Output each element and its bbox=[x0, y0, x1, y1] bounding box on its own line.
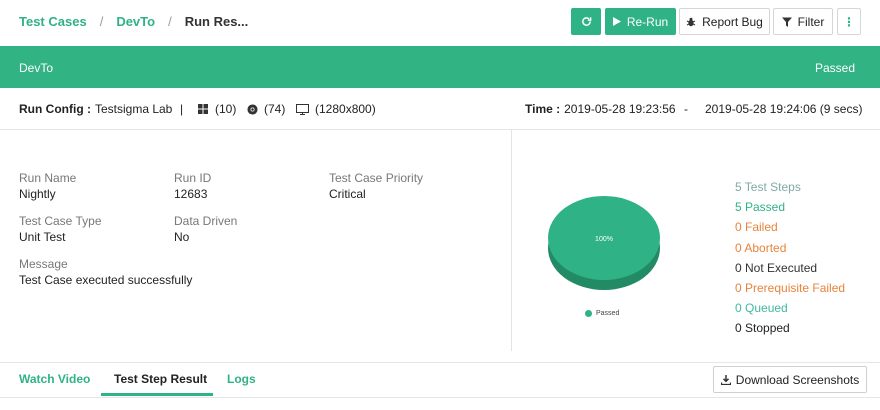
data-driven-field: Data Driven No bbox=[174, 214, 237, 244]
status-badge: Passed bbox=[814, 61, 855, 75]
stat-not-executed: 0 Not Executed bbox=[735, 260, 818, 275]
filter-label: Filter bbox=[797, 14, 825, 29]
report-bug-button[interactable]: Report Bug bbox=[679, 8, 770, 35]
active-tab-indicator bbox=[101, 393, 213, 396]
run-id-label: Run ID bbox=[174, 171, 212, 185]
play-icon bbox=[612, 17, 621, 26]
windows-icon bbox=[198, 104, 212, 114]
breadcrumb-separator: / bbox=[168, 14, 172, 29]
download-label: Download Screenshots bbox=[735, 372, 860, 387]
breadcrumb-separator: / bbox=[99, 14, 104, 29]
chart-legend: Passed bbox=[585, 310, 619, 317]
legend-label: Passed bbox=[596, 310, 620, 317]
run-name-value: Nightly bbox=[19, 187, 56, 201]
message-label: Message bbox=[19, 257, 68, 271]
run-id-field: Run ID 12683 bbox=[174, 171, 211, 201]
refresh-button[interactable] bbox=[571, 8, 601, 35]
time-label: Time : bbox=[525, 102, 561, 116]
run-name-label: Run Name bbox=[19, 171, 77, 185]
filter-icon bbox=[781, 17, 792, 27]
stat-queued: 0 Queued bbox=[735, 301, 788, 316]
message-field: Message Test Case executed successfully bbox=[19, 257, 192, 287]
priority-label: Test Case Priority bbox=[329, 171, 424, 185]
type-field: Test Case Type Unit Test bbox=[19, 214, 102, 244]
breadcrumb-current: Run Res... bbox=[184, 14, 249, 29]
step-stats: 5 Test Steps 5 Passed 0 Failed 0 Aborted… bbox=[735, 177, 845, 339]
report-bug-label: Report Bug bbox=[702, 14, 763, 29]
stat-total: 5 Test Steps bbox=[735, 180, 801, 194]
more-options-button[interactable]: ⋮ bbox=[837, 8, 861, 35]
breadcrumb: Test Cases / DevTo / Run Res... bbox=[19, 14, 248, 29]
priority-field: Test Case Priority Critical bbox=[329, 171, 423, 201]
os-version: (10) bbox=[215, 102, 237, 116]
top-bar: Test Cases / DevTo / Run Res... Re-Run R… bbox=[0, 0, 880, 46]
stat-passed: 5 Passed bbox=[735, 200, 786, 215]
monitor-icon bbox=[296, 103, 313, 115]
run-name-field: Run Name Nightly bbox=[19, 171, 76, 201]
run-config-value: Testsigma Lab bbox=[94, 102, 173, 116]
bug-icon bbox=[686, 17, 696, 27]
config-divider: | bbox=[180, 102, 184, 116]
bottom-divider bbox=[0, 397, 880, 398]
run-id-value: 12683 bbox=[174, 187, 208, 201]
filter-button[interactable]: Filter bbox=[773, 8, 833, 35]
download-screenshots-button[interactable]: Download Screenshots bbox=[713, 366, 867, 393]
test-case-name: DevTo bbox=[19, 61, 54, 75]
rerun-label: Re-Run bbox=[626, 14, 669, 29]
breadcrumb-test-cases[interactable]: Test Cases bbox=[19, 14, 87, 29]
vertical-divider bbox=[511, 130, 512, 351]
start-time: 2019-05-28 19:23:56 bbox=[564, 102, 676, 116]
tab-logs[interactable]: Logs bbox=[227, 372, 256, 386]
result-pie-chart: 100% bbox=[540, 190, 670, 325]
resolution: (1280x800) bbox=[315, 102, 376, 116]
tab-watch-video[interactable]: Watch Video bbox=[19, 372, 90, 386]
status-banner: DevTo Passed bbox=[0, 46, 880, 88]
stat-aborted: 0 Aborted bbox=[735, 240, 787, 255]
run-config-label: Run Config : bbox=[19, 102, 91, 116]
stat-failed: 0 Failed bbox=[735, 220, 778, 235]
type-label: Test Case Type bbox=[19, 214, 102, 228]
tab-test-step-result[interactable]: Test Step Result bbox=[114, 372, 207, 386]
end-time: 2019-05-28 19:24:06 (9 secs) bbox=[705, 102, 863, 116]
download-icon bbox=[720, 374, 731, 385]
data-driven-label: Data Driven bbox=[174, 214, 238, 228]
stat-prerequisite-failed: 0 Prerequisite Failed bbox=[735, 281, 846, 296]
refresh-icon bbox=[581, 16, 592, 27]
legend-dot bbox=[585, 310, 592, 317]
pie-slice-label: 100% bbox=[595, 236, 613, 243]
priority-value: Critical bbox=[329, 187, 366, 201]
rerun-button[interactable]: Re-Run bbox=[605, 8, 676, 35]
message-value: Test Case executed successfully bbox=[19, 273, 193, 287]
run-config-row: Run Config : Testsigma Lab | (10) (74) (… bbox=[0, 88, 880, 130]
type-value: Unit Test bbox=[19, 230, 66, 244]
chrome-icon bbox=[247, 103, 262, 115]
browser-version: (74) bbox=[264, 102, 286, 116]
breadcrumb-devto[interactable]: DevTo bbox=[116, 14, 155, 29]
stat-stopped: 0 Stopped bbox=[735, 321, 790, 336]
time-dash: - bbox=[684, 102, 688, 116]
data-driven-value: No bbox=[174, 230, 190, 244]
